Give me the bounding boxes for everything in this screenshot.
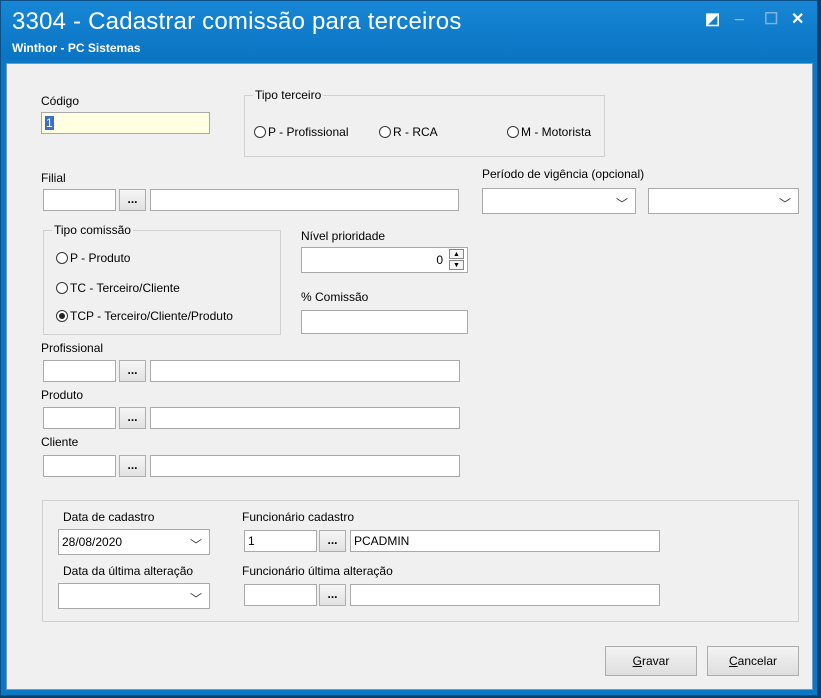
- radio-terceiro-cliente-produto[interactable]: TCP - Terceiro/Cliente/Produto: [56, 309, 233, 323]
- data-alteracao-label: Data da última alteração: [63, 564, 194, 578]
- profissional-label: Profissional: [41, 341, 104, 355]
- radio-selected-icon: [56, 310, 68, 322]
- data-alteracao-select[interactable]: ﹀: [58, 583, 210, 609]
- window-title: 3304 - Cadastrar comissão para terceiros: [12, 8, 462, 35]
- filial-code-input[interactable]: [43, 189, 116, 211]
- radio-circle-icon: [254, 126, 266, 138]
- periodo-label: Período de vigência (opcional): [482, 167, 645, 181]
- func-cadastro-label: Funcionário cadastro: [242, 510, 355, 524]
- radio-terceiro-cliente[interactable]: TC - Terceiro/Cliente: [56, 281, 180, 295]
- func-cadastro-name-input[interactable]: PCADMIN: [350, 530, 660, 552]
- data-cadastro-label: Data de cadastro: [63, 510, 155, 524]
- gravar-button[interactable]: Gravar: [605, 646, 697, 676]
- form-panel: Código 1 Tipo terceiro P - Profissional …: [6, 63, 813, 690]
- func-alteracao-name-input[interactable]: [350, 584, 660, 606]
- radio-profissional-label: P - Profissional: [268, 125, 349, 139]
- radio-motorista[interactable]: M - Motorista: [507, 125, 591, 139]
- radio-produto[interactable]: P - Produto: [56, 251, 130, 265]
- close-button[interactable]: ✕: [791, 9, 804, 29]
- percent-comissao-label: % Comissão: [301, 290, 369, 304]
- tipo-comissao-group: Tipo comissão P - Produto TC - Terceiro/…: [43, 223, 281, 335]
- cliente-search-button[interactable]: ...: [119, 455, 146, 477]
- maximize-button[interactable]: ☐: [764, 9, 778, 29]
- codigo-input[interactable]: 1: [41, 112, 210, 134]
- periodo-end-select[interactable]: ﹀: [648, 188, 799, 214]
- radio-terceiro-cliente-label: TC - Terceiro/Cliente: [70, 281, 180, 295]
- profissional-search-button[interactable]: ...: [119, 360, 146, 382]
- radio-motorista-label: M - Motorista: [521, 125, 592, 139]
- tipo-comissao-title: Tipo comissão: [52, 223, 133, 237]
- profissional-name-input[interactable]: [150, 360, 460, 382]
- chevron-down-icon: ﹀: [615, 197, 628, 211]
- radio-profissional[interactable]: P - Profissional: [254, 125, 348, 139]
- radio-circle-icon: [507, 126, 519, 138]
- periodo-start-select[interactable]: ﹀: [482, 188, 636, 214]
- tipo-terceiro-title: Tipo terceiro: [253, 88, 324, 102]
- nivel-prioridade-value: 0: [436, 253, 443, 267]
- radio-terceiro-cliente-produto-label: TCP - Terceiro/Cliente/Produto: [70, 309, 233, 323]
- audit-group: Data de cadastro 28/08/2020 ﹀ Funcionári…: [42, 500, 799, 622]
- func-alteracao-label: Funcionário última alteração: [242, 564, 393, 578]
- radio-circle-icon: [379, 126, 391, 138]
- radio-circle-icon: [56, 252, 68, 264]
- radio-rca-label: R - RCA: [393, 125, 438, 139]
- filial-label: Filial: [41, 171, 66, 185]
- window-subtitle: Winthor - PC Sistemas: [12, 41, 141, 55]
- func-cadastro-code-input[interactable]: 1: [244, 530, 317, 552]
- radio-rca[interactable]: R - RCA: [379, 125, 438, 139]
- codigo-label: Código: [41, 94, 80, 108]
- chevron-down-icon: ﹀: [189, 592, 202, 606]
- cliente-code-input[interactable]: [43, 455, 116, 477]
- spin-down-icon[interactable]: ▼: [449, 260, 464, 270]
- func-alteracao-search-button[interactable]: ...: [319, 584, 346, 606]
- nivel-prioridade-label: Nível prioridade: [301, 229, 386, 243]
- chevron-down-icon: ﹀: [189, 538, 202, 552]
- produto-code-input[interactable]: [43, 407, 116, 429]
- percent-comissao-input[interactable]: [301, 310, 468, 334]
- filial-name-input[interactable]: [150, 189, 459, 211]
- produto-search-button[interactable]: ...: [119, 407, 146, 429]
- spin-up-icon[interactable]: ▲: [449, 249, 464, 259]
- nivel-prioridade-input[interactable]: 0: [301, 247, 468, 273]
- radio-circle-icon: [56, 282, 68, 294]
- codigo-value: 1: [45, 116, 54, 130]
- cliente-name-input[interactable]: [150, 455, 460, 477]
- minimize-button[interactable]: _: [735, 5, 744, 23]
- title-bar[interactable]: 3304 - Cadastrar comissão para terceiros…: [1, 1, 817, 59]
- radio-produto-label: P - Produto: [70, 251, 131, 265]
- chevron-down-icon: ﹀: [778, 197, 791, 211]
- func-cadastro-search-button[interactable]: ...: [319, 530, 346, 552]
- profissional-code-input[interactable]: [43, 360, 116, 382]
- data-cadastro-value: 28/08/2020: [62, 535, 123, 549]
- app-window: 3304 - Cadastrar comissão para terceiros…: [0, 0, 818, 696]
- produto-label: Produto: [41, 388, 84, 402]
- data-cadastro-select[interactable]: 28/08/2020 ﹀: [58, 529, 210, 555]
- cancelar-button[interactable]: Cancelar: [707, 646, 799, 676]
- func-alteracao-code-input[interactable]: [244, 584, 317, 606]
- produto-name-input[interactable]: [150, 407, 460, 429]
- restore-icon[interactable]: ◩: [705, 9, 720, 29]
- filial-search-button[interactable]: ...: [119, 189, 146, 211]
- cliente-label: Cliente: [41, 435, 79, 449]
- tipo-terceiro-group: Tipo terceiro P - Profissional R - RCA M…: [244, 88, 605, 157]
